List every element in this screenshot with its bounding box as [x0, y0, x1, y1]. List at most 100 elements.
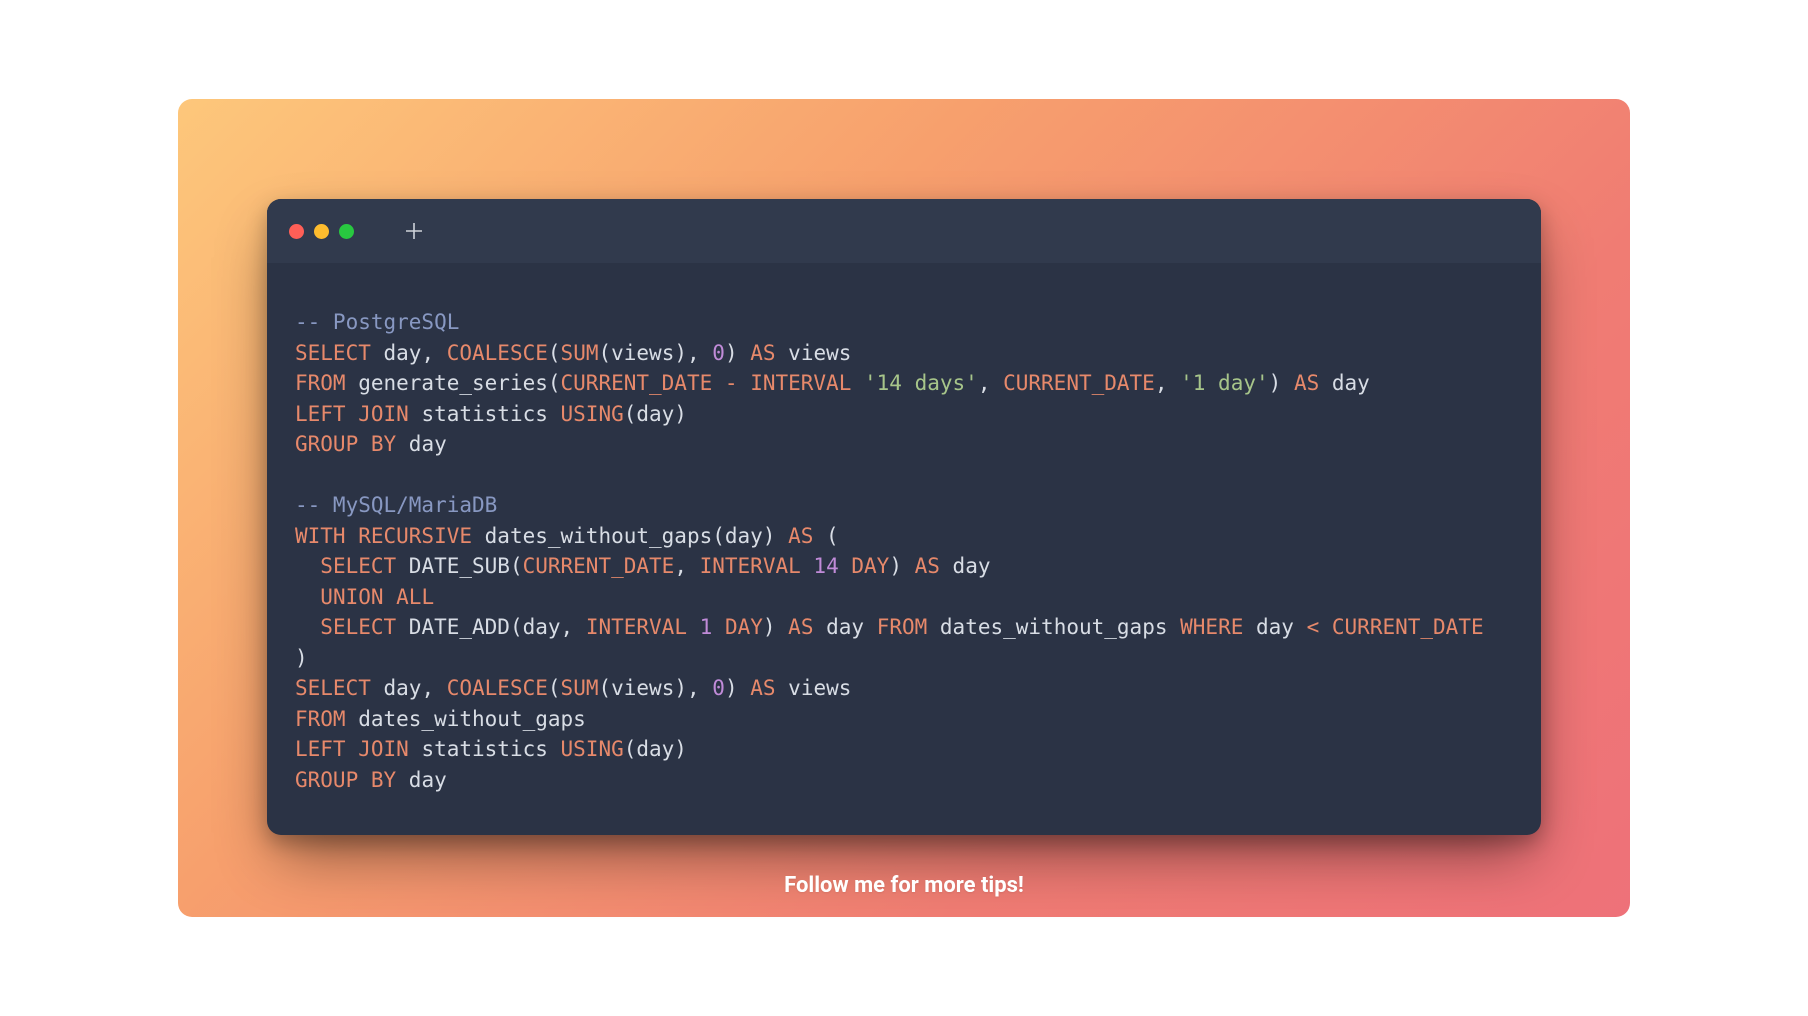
code-token-cmt: -- MySQL/MariaDB — [295, 493, 497, 517]
code-token-op: ( — [813, 524, 838, 548]
code-token-fn: SUM — [561, 341, 599, 365]
code-token-fn: CURRENT_DATE — [561, 371, 713, 395]
code-token-str: '14 days' — [864, 371, 978, 395]
code-token-kw: FROM — [295, 707, 346, 731]
code-token-kw: DAY — [725, 615, 763, 639]
code-token-fn: CURRENT_DATE — [1332, 615, 1484, 639]
code-editor: -- PostgreSQL SELECT day, COALESCE(SUM(v… — [267, 263, 1541, 835]
code-token-kw: SELECT — [320, 554, 396, 578]
code-token-kw: UNION ALL — [320, 585, 434, 609]
code-token-op — [712, 371, 725, 395]
code-token-id: day — [1319, 371, 1370, 395]
code-token-op — [712, 615, 725, 639]
code-token-id: day — [396, 432, 447, 456]
code-token-id: generate_series( — [346, 371, 561, 395]
code-token-id: DATE_ADD(day, — [396, 615, 586, 639]
code-token-op: , — [978, 371, 1003, 395]
code-token-op: ) — [889, 554, 914, 578]
code-token-id: DATE_SUB( — [396, 554, 522, 578]
code-token-id: views — [776, 341, 852, 365]
code-token-id: statistics — [409, 737, 561, 761]
code-token-kw: INTERVAL — [700, 554, 801, 578]
code-token-op: (views), — [598, 341, 712, 365]
code-block[interactable]: -- PostgreSQL SELECT day, COALESCE(SUM(v… — [295, 307, 1513, 795]
code-token-kw: LEFT JOIN — [295, 737, 409, 761]
code-token-op: , — [674, 554, 699, 578]
code-token-fn: USING — [561, 402, 624, 426]
footer-caption: Follow me for more tips! — [784, 873, 1024, 898]
code-token-kw: GROUP BY — [295, 432, 396, 456]
code-token-op — [687, 615, 700, 639]
code-token-kw: SELECT — [295, 341, 371, 365]
code-token-kw: FROM — [877, 615, 928, 639]
code-token-kw: < — [1307, 615, 1320, 639]
code-token-kw: AS — [750, 341, 775, 365]
code-token-op: , — [421, 676, 446, 700]
code-token-id: day — [371, 676, 422, 700]
code-token-kw: SELECT — [295, 676, 371, 700]
code-token-kw: INTERVAL — [750, 371, 851, 395]
code-token-kw: AS — [788, 524, 813, 548]
minimize-icon[interactable] — [314, 224, 329, 239]
code-token-id: dates_without_gaps — [346, 707, 586, 731]
code-token-str: '1 day' — [1180, 371, 1269, 395]
code-token-op: (day) — [624, 402, 687, 426]
code-token-kw: GROUP BY — [295, 768, 396, 792]
code-token-id: day — [396, 768, 447, 792]
code-token-kw: WHERE — [1180, 615, 1243, 639]
code-token-op: ( — [548, 676, 561, 700]
code-token-fn: CURRENT_DATE — [1003, 371, 1155, 395]
code-token-id: day — [1243, 615, 1306, 639]
code-token-kw: DAY — [851, 554, 889, 578]
code-token-id: statistics — [409, 402, 561, 426]
code-token-fn: USING — [561, 737, 624, 761]
code-token-op: ) — [1269, 371, 1294, 395]
code-token-fn: COALESCE — [447, 676, 548, 700]
code-token-id: dates_without_gaps — [927, 615, 1180, 639]
code-token-fn: CURRENT_DATE — [523, 554, 675, 578]
code-token-id: views — [776, 676, 852, 700]
code-token-kw: - — [725, 371, 738, 395]
code-token-op: ( — [548, 341, 561, 365]
code-token-op — [295, 615, 320, 639]
code-token-op — [839, 554, 852, 578]
code-token-id: day — [371, 341, 422, 365]
code-token-num: 0 — [712, 676, 725, 700]
code-token-op — [1319, 615, 1332, 639]
code-token-num: 0 — [712, 341, 725, 365]
code-token-cmt: -- PostgreSQL — [295, 310, 459, 334]
code-token-fn: COALESCE — [447, 341, 548, 365]
code-token-kw: AS — [915, 554, 940, 578]
zoom-icon[interactable] — [339, 224, 354, 239]
code-token-op: ) — [763, 615, 788, 639]
code-token-op: ) — [725, 676, 750, 700]
code-token-op — [295, 554, 320, 578]
code-token-kw: AS — [1294, 371, 1319, 395]
terminal-window: -- PostgreSQL SELECT day, COALESCE(SUM(v… — [267, 199, 1541, 835]
code-token-op: , — [421, 341, 446, 365]
code-token-fn: SUM — [561, 676, 599, 700]
code-token-op: ) — [725, 341, 750, 365]
code-token-op — [801, 554, 814, 578]
code-token-kw: LEFT JOIN — [295, 402, 409, 426]
code-token-op — [851, 371, 864, 395]
code-token-op — [738, 371, 751, 395]
code-token-op: (views), — [598, 676, 712, 700]
code-token-id: day — [940, 554, 991, 578]
code-token-kw: AS — [788, 615, 813, 639]
code-token-num: 14 — [813, 554, 838, 578]
plus-icon — [404, 221, 424, 241]
close-icon[interactable] — [289, 224, 304, 239]
code-token-kw: WITH RECURSIVE — [295, 524, 472, 548]
code-token-kw: FROM — [295, 371, 346, 395]
window-titlebar — [267, 199, 1541, 263]
code-token-kw: INTERVAL — [586, 615, 687, 639]
gradient-stage: -- PostgreSQL SELECT day, COALESCE(SUM(v… — [178, 99, 1630, 917]
traffic-lights — [289, 224, 354, 239]
code-token-op: (day) — [624, 737, 687, 761]
code-token-id: dates_without_gaps(day) — [472, 524, 788, 548]
add-tab-button[interactable] — [404, 199, 424, 263]
code-token-op: ) — [295, 646, 308, 670]
code-token-kw: SELECT — [320, 615, 396, 639]
code-token-num: 1 — [700, 615, 713, 639]
